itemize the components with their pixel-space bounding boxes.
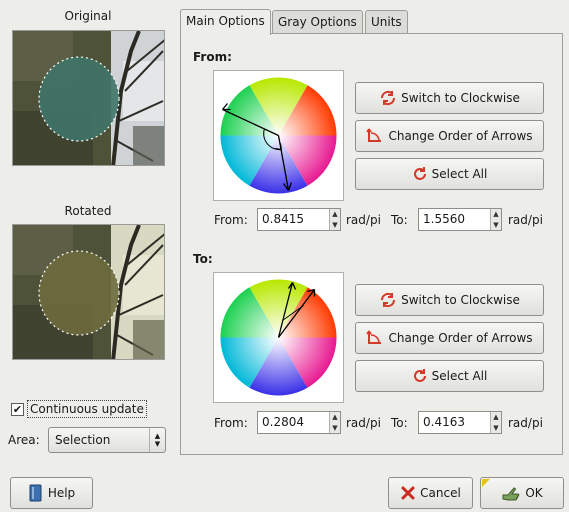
continuous-update-checkbox[interactable]: ✔ [11,403,24,416]
from-switch-clockwise-button[interactable]: Switch to Clockwise [355,82,544,114]
tab-main-options[interactable]: Main Options [180,9,271,35]
from-change-order-button[interactable]: Change Order of Arrows [355,120,544,152]
combo-arrows-icon: ▲ ▼ [149,428,165,452]
to-change-order-button[interactable]: Change Order of Arrows [355,322,544,354]
ok-button[interactable]: OK [480,477,564,509]
tab-units[interactable]: Units [365,10,408,34]
to-from-unit: rad/pi [346,416,381,430]
help-button[interactable]: Help [10,477,93,509]
from-from-value: 0.8415 [262,212,304,226]
from-section-title: From: [193,50,232,64]
original-caption: Original [64,9,112,23]
rotate-arrows-icon [381,90,396,106]
rotated-caption: Rotated [64,204,112,218]
to-select-all-button[interactable]: Select All [355,360,544,392]
area-label: Area: [8,433,40,447]
spin-arrows-icon[interactable]: ▲ ▼ [490,412,501,433]
to-to-spinbutton[interactable]: 0.4163 ▲ ▼ [418,411,502,434]
spin-arrows-icon[interactable]: ▲ ▼ [329,412,340,433]
to-to-unit: rad/pi [508,416,543,430]
rotate-arrows-icon [381,292,396,308]
reset-icon [413,167,426,180]
original-preview [12,30,165,166]
tab-gray-options[interactable]: Gray Options [272,10,363,34]
from-switch-clockwise-label: Switch to Clockwise [401,91,520,105]
ok-label: OK [525,486,543,500]
spin-arrows-icon[interactable]: ▲ ▼ [329,209,340,230]
cancel-x-icon [401,486,415,500]
cancel-button[interactable]: Cancel [388,477,473,509]
area-combo-value: Selection [55,433,111,447]
default-corner-icon [482,479,490,487]
to-switch-clockwise-label: Switch to Clockwise [401,293,520,307]
from-to-unit: rad/pi [508,213,543,227]
to-color-wheel[interactable] [213,272,344,403]
to-select-all-label: Select All [431,369,488,383]
area-combo[interactable]: Selection ▲ ▼ [48,427,166,453]
swap-arrows-icon [366,330,382,344]
from-select-all-button[interactable]: Select All [355,158,544,190]
to-from-label: From: [214,416,248,430]
to-from-spinbutton[interactable]: 0.2804 ▲ ▼ [257,411,341,434]
from-from-label: From: [214,213,248,227]
to-section-title: To: [193,252,213,266]
help-label: Help [47,486,76,500]
to-switch-clockwise-button[interactable]: Switch to Clockwise [355,284,544,316]
from-change-order-label: Change Order of Arrows [388,129,533,143]
spin-arrows-icon[interactable]: ▲ ▼ [490,209,501,230]
from-select-all-label: Select All [431,167,488,181]
to-change-order-label: Change Order of Arrows [388,331,533,345]
from-from-unit: rad/pi [346,213,381,227]
from-from-spinbutton[interactable]: 0.8415 ▲ ▼ [257,208,341,231]
ok-hand-icon [502,487,520,501]
swap-arrows-icon [366,128,382,142]
from-to-label: To: [391,213,408,227]
rotated-preview [12,224,165,360]
from-color-wheel[interactable] [213,70,344,201]
help-book-icon [29,484,42,502]
reset-icon [413,369,426,382]
to-from-value: 0.2804 [262,415,304,429]
to-to-value: 0.4163 [423,415,465,429]
from-to-value: 1.5560 [423,212,465,226]
to-to-label: To: [391,416,408,430]
continuous-update-label[interactable]: Continuous update [27,400,147,418]
cancel-label: Cancel [420,486,461,500]
from-to-spinbutton[interactable]: 1.5560 ▲ ▼ [418,208,502,231]
